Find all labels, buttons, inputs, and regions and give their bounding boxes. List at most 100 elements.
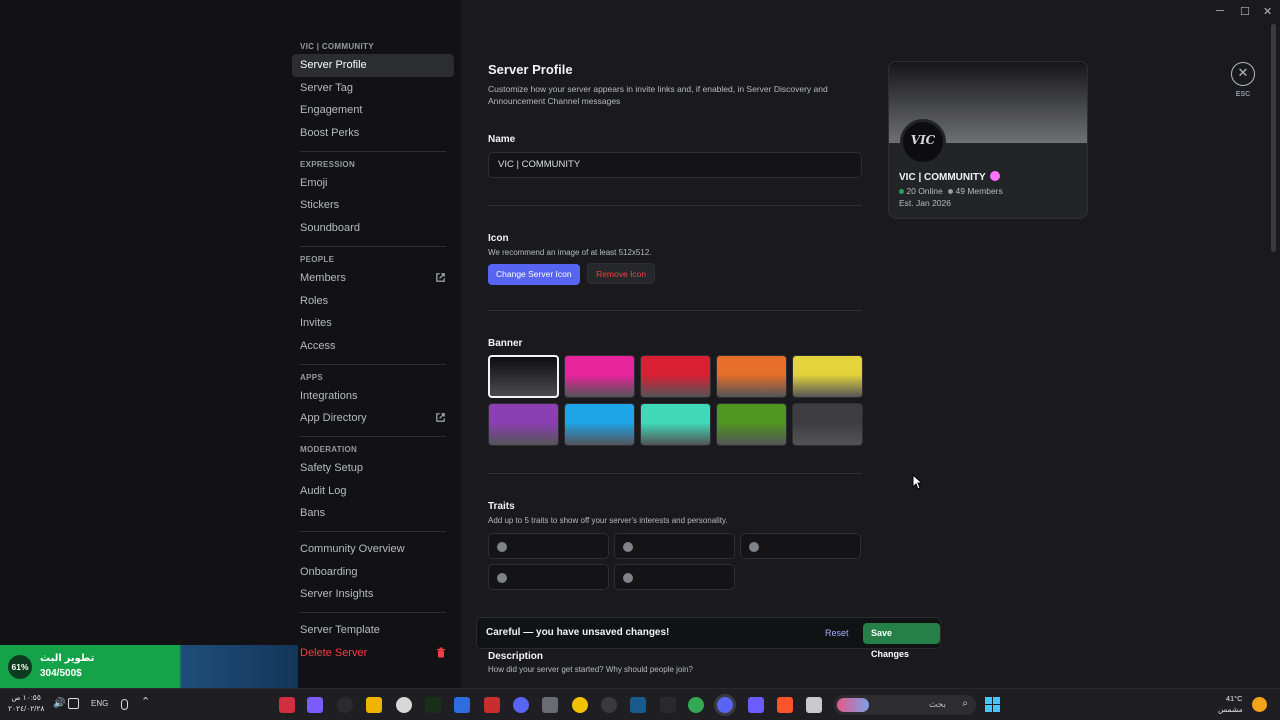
- nav-item-access[interactable]: Access: [292, 335, 454, 358]
- windows-taskbar: ١٠:٥٥ ص ٢٠٢٤/٠٢/٢٨ 🔊 ENG ⌃ بحث ⌕ 41°C مش…: [0, 688, 1280, 720]
- language-indicator[interactable]: ENG: [91, 699, 108, 708]
- banner-swatch[interactable]: [716, 355, 787, 398]
- server-name-input[interactable]: VIC | COMMUNITY: [488, 152, 862, 178]
- nav-divider: [300, 612, 446, 614]
- app-icon-1[interactable]: [279, 697, 295, 713]
- emoji-app-icon[interactable]: [572, 697, 588, 713]
- main-scrollbar[interactable]: [1271, 24, 1276, 252]
- reset-button[interactable]: Reset: [825, 628, 849, 638]
- brave-icon[interactable]: [777, 697, 793, 713]
- nav-item-soundboard[interactable]: Soundboard: [292, 217, 454, 240]
- nav-divider: [300, 435, 446, 437]
- nav-item-members[interactable]: Members: [292, 267, 454, 290]
- trait-slot[interactable]: [488, 533, 609, 559]
- nav-item-audit-log[interactable]: Audit Log: [292, 480, 454, 503]
- nav-item-delete-server[interactable]: Delete Server: [292, 642, 454, 665]
- page-subtitle: Customize how your server appears in inv…: [488, 84, 828, 106]
- terminal-app-icon[interactable]: [425, 697, 441, 713]
- goal-title: تطوير البث: [40, 653, 95, 664]
- nav-item-boost-perks[interactable]: Boost Perks: [292, 122, 454, 145]
- nav-item-app-directory[interactable]: App Directory: [292, 407, 454, 430]
- mail-icon[interactable]: [660, 697, 676, 713]
- name-label: Name: [488, 134, 516, 145]
- capcut-icon[interactable]: [454, 697, 470, 713]
- nav-item-server-tag[interactable]: Server Tag: [292, 77, 454, 100]
- preview-server-name: VIC | COMMUNITY: [899, 172, 986, 183]
- nav-item-safety-setup[interactable]: Safety Setup: [292, 457, 454, 480]
- nav-item-roles[interactable]: Roles: [292, 290, 454, 313]
- nav-divider: [300, 245, 446, 247]
- nav-item-onboarding[interactable]: Onboarding: [292, 561, 454, 584]
- banner-swatch[interactable]: [640, 403, 711, 446]
- close-settings-button[interactable]: ✕: [1231, 62, 1255, 86]
- nav-item-server-insights[interactable]: Server Insights: [292, 583, 454, 606]
- preview-established: Est. Jan 2026: [899, 198, 951, 208]
- banner-swatch[interactable]: [792, 403, 863, 446]
- goal-percent: 61%: [8, 655, 32, 679]
- nav-item-server-template[interactable]: Server Template: [292, 619, 454, 642]
- section-divider: [488, 205, 862, 206]
- nav-item-server-profile[interactable]: Server Profile: [292, 54, 454, 77]
- taskbar-search[interactable]: بحث ⌕: [834, 695, 976, 715]
- nav-item-bans[interactable]: Bans: [292, 502, 454, 525]
- nav-item-engagement[interactable]: Engagement: [292, 99, 454, 122]
- traits-grid: [488, 533, 862, 590]
- banner-label: Banner: [488, 338, 523, 349]
- clock-date: ٢٠٢٤/٠٢/٢٨: [8, 704, 45, 713]
- section-divider: [488, 473, 862, 474]
- banner-swatch[interactable]: [564, 355, 635, 398]
- trait-slot[interactable]: [614, 564, 735, 590]
- clock[interactable]: ١٠:٥٥ ص ٢٠٢٤/٠٢/٢٨: [8, 692, 44, 714]
- emoji-icon: [623, 573, 633, 583]
- network-icon[interactable]: [68, 698, 79, 709]
- remove-icon-button[interactable]: Remove Icon: [587, 263, 656, 284]
- chevron-up-icon[interactable]: ⌃: [141, 695, 150, 708]
- app-grid-icon[interactable]: [307, 697, 323, 713]
- banner-swatch[interactable]: [564, 403, 635, 446]
- gear-app-icon[interactable]: [396, 697, 412, 713]
- volume-icon[interactable]: 🔊: [53, 698, 65, 709]
- nav-item-emoji[interactable]: Emoji: [292, 172, 454, 195]
- maximize-button[interactable]: ☐: [1240, 5, 1250, 18]
- weather-desc: مشمس: [1218, 705, 1243, 714]
- nav-item-integrations[interactable]: Integrations: [292, 385, 454, 408]
- banner-swatch[interactable]: [716, 403, 787, 446]
- steam-icon[interactable]: [630, 697, 646, 713]
- banner-swatch[interactable]: [488, 403, 559, 446]
- alien-app-icon[interactable]: [337, 697, 353, 713]
- unsaved-changes-bar: Careful — you have unsaved changes! Rese…: [476, 617, 941, 659]
- minimize-button[interactable]: ─: [1216, 5, 1224, 17]
- trait-slot[interactable]: [488, 564, 609, 590]
- banner-swatch[interactable]: [792, 355, 863, 398]
- preview-name-row: VIC | COMMUNITY: [899, 171, 1001, 183]
- change-server-icon-button[interactable]: Change Server Icon: [488, 264, 580, 285]
- preview-online: 20 Online: [906, 186, 943, 196]
- discord-active-icon[interactable]: [717, 697, 733, 713]
- save-changes-button[interactable]: Save Changes: [863, 623, 940, 659]
- trait-slot[interactable]: [740, 533, 861, 559]
- obs-icon[interactable]: [601, 697, 617, 713]
- window-close-button[interactable]: ✕: [1263, 5, 1272, 18]
- file-explorer-icon[interactable]: [806, 697, 822, 713]
- weather-widget[interactable]: 41°C مشمس: [1218, 693, 1243, 715]
- nav-item-label: App Directory: [300, 412, 367, 425]
- windows-start-icon[interactable]: [985, 697, 1001, 713]
- red-app-icon[interactable]: [484, 697, 500, 713]
- nav-item-community-overview[interactable]: Community Overview: [292, 538, 454, 561]
- arrow-app-icon[interactable]: [748, 697, 764, 713]
- banner-swatch[interactable]: [640, 355, 711, 398]
- nav-item-invites[interactable]: Invites: [292, 312, 454, 335]
- nav-item-label: Members: [300, 271, 346, 284]
- icon-hint: We recommend an image of at least 512x51…: [488, 248, 652, 257]
- nav-item-stickers[interactable]: Stickers: [292, 194, 454, 217]
- trait-slot[interactable]: [614, 533, 735, 559]
- clock-time: ١٠:٥٥ ص: [11, 693, 41, 702]
- bolt-app-icon[interactable]: [366, 697, 382, 713]
- emoji-icon: [623, 542, 633, 552]
- discord-icon[interactable]: [513, 697, 529, 713]
- banner-swatch[interactable]: [488, 355, 559, 398]
- chrome-icon[interactable]: [688, 697, 704, 713]
- unity-icon[interactable]: [542, 697, 558, 713]
- microphone-icon[interactable]: [121, 699, 128, 710]
- close-icon: ✕: [1237, 65, 1249, 80]
